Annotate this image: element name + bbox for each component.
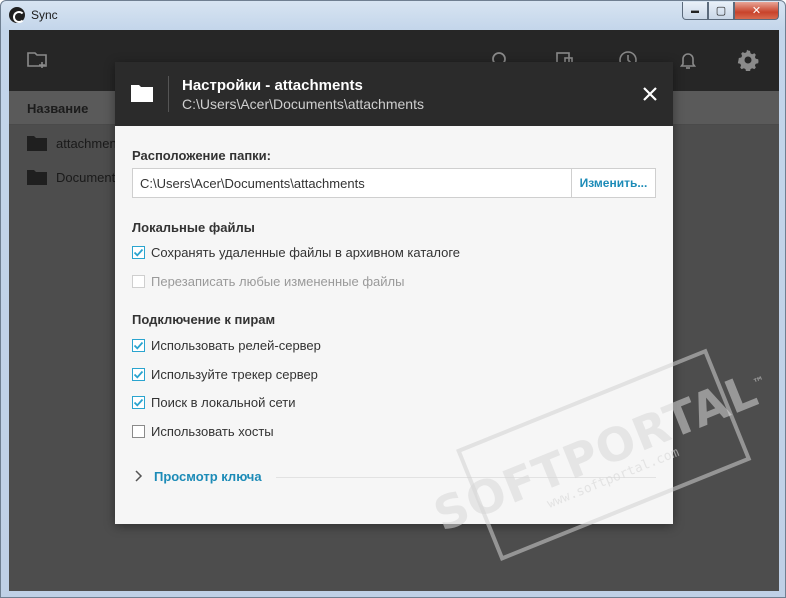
dialog-subtitle: C:\Users\Acer\Documents\attachments (182, 96, 424, 112)
view-key-link[interactable]: Просмотр ключа (132, 466, 262, 486)
checkbox-label: Использовать хосты (151, 423, 274, 439)
bell-icon[interactable] (677, 49, 699, 71)
check-icon (133, 341, 144, 350)
relay-server-option[interactable]: Использовать релей-сервер (132, 336, 321, 354)
minimize-button[interactable]: ▬ (682, 2, 708, 20)
checkbox[interactable] (132, 245, 145, 259)
folder-icon (27, 170, 47, 185)
checkbox-label: Используйте трекер сервер (151, 366, 318, 382)
lan-search-option[interactable]: Поиск в локальной сети (132, 393, 295, 411)
archive-deleted-option[interactable]: Сохранять удаленные файлы в архивном кат… (132, 243, 460, 261)
checkbox-label: Перезаписать любые измененные файлы (151, 273, 405, 289)
folder-icon (131, 85, 153, 102)
folder-name: Documents (56, 170, 122, 185)
folder-icon (27, 136, 47, 151)
folder-location-label: Расположение папки: (132, 148, 272, 163)
change-location-button[interactable]: Изменить... (571, 169, 655, 197)
check-icon (133, 370, 144, 379)
peer-connection-label: Подключение к пирам (132, 312, 276, 327)
check-icon (133, 248, 144, 257)
close-icon: ✕ (751, 5, 762, 17)
checkbox (132, 274, 145, 288)
window-title: Sync (31, 8, 58, 22)
use-hosts-option[interactable]: Использовать хосты (132, 422, 274, 440)
column-name-header[interactable]: Название (27, 101, 88, 116)
checkbox[interactable] (132, 338, 145, 352)
maximize-icon: ▢ (715, 5, 727, 17)
folder-path-input[interactable] (133, 169, 571, 197)
view-key-label: Просмотр ключа (154, 468, 262, 484)
close-dialog-icon[interactable] (641, 85, 659, 103)
add-folder-icon[interactable] (27, 49, 49, 71)
title-bar[interactable]: Sync ▬ ▢ ✕ (1, 1, 785, 30)
caption-buttons: ▬ ▢ ✕ (682, 2, 779, 20)
checkbox-label: Поиск в локальной сети (151, 394, 296, 410)
tracker-server-option[interactable]: Используйте трекер сервер (132, 365, 318, 383)
checkbox[interactable] (132, 395, 145, 409)
minimize-icon: ▬ (691, 6, 699, 15)
checkbox-label: Сохранять удаленные файлы в архивном кат… (151, 244, 461, 260)
folder-path-field: Изменить... (132, 168, 656, 198)
sync-app-icon (9, 7, 25, 23)
dialog-header: Настройки - attachments C:\Users\Acer\Do… (115, 62, 673, 126)
check-icon (133, 398, 144, 407)
overwrite-changed-option: Перезаписать любые измененные файлы (132, 272, 404, 290)
close-window-button[interactable]: ✕ (734, 2, 779, 20)
checkbox[interactable] (132, 367, 145, 381)
header-divider (168, 76, 169, 112)
checkbox[interactable] (132, 424, 145, 438)
app-window: Sync ▬ ▢ ✕ Название attachments Document… (0, 0, 786, 598)
gear-icon[interactable] (737, 49, 759, 71)
local-files-label: Локальные файлы (132, 220, 255, 235)
checkbox-label: Использовать релей-сервер (151, 337, 321, 353)
maximize-button[interactable]: ▢ (708, 2, 734, 20)
dialog-title: Настройки - attachments (182, 77, 363, 94)
chevron-right-icon (135, 470, 143, 482)
